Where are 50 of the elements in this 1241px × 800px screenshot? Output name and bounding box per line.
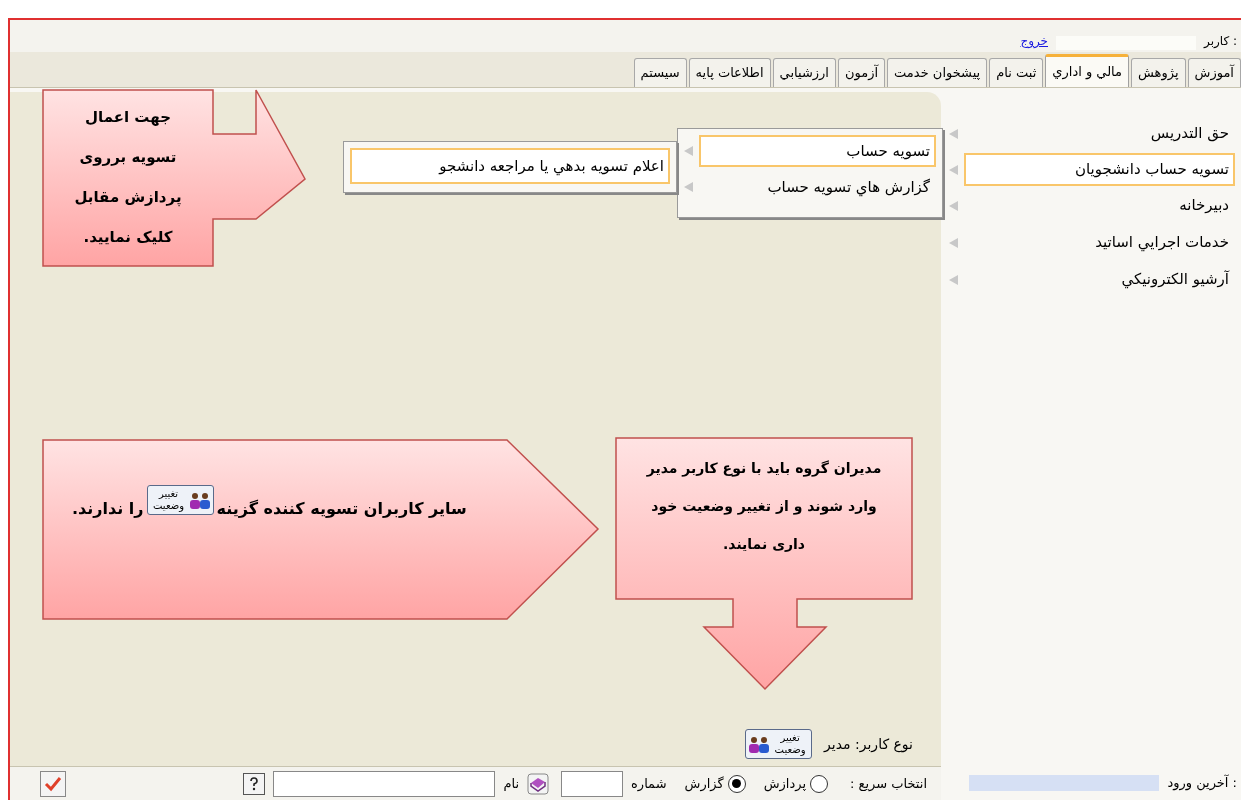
tab[interactable]: پژوهش [1131, 58, 1186, 87]
name-field[interactable] [273, 770, 496, 797]
sidebar-item[interactable]: حق التدريس [964, 116, 1235, 151]
change-status-icon[interactable]: تغيير وضعيت [146, 485, 214, 515]
radio-button[interactable] [727, 774, 746, 793]
radio-label: پردازش [763, 774, 806, 794]
logout-link[interactable]: خروج [1020, 32, 1048, 50]
caret-icon [949, 164, 958, 175]
caret-icon [949, 237, 958, 248]
callout-text: جهت اعمال تسويه برروی پردازش مقابل کليک نماييد. [73, 107, 183, 248]
sidebar-item[interactable]: خدمات اجرايي اساتيد [964, 225, 1235, 260]
number-field[interactable] [561, 770, 624, 797]
book-icon [527, 772, 550, 795]
tab[interactable]: اطلاعات پايه [688, 58, 771, 87]
submenu-item[interactable]: تسويه حساب [699, 135, 936, 167]
callout-text: مديران گروه بايد با نوع كاربر مدير وارد شوند و از تغيير وضعيت خود داری نمايند. [645, 459, 883, 554]
submenu-item[interactable]: گزارش هاي تسويه حساب [699, 171, 936, 203]
help-button[interactable] [243, 772, 266, 795]
confirm-button[interactable] [40, 770, 66, 797]
sidebar-item[interactable]: تسويه حساب دانشجويان [964, 153, 1235, 186]
last-login-label: آخرين ورود : [1167, 773, 1237, 793]
number-label: شماره [631, 774, 667, 794]
tab[interactable]: ارزشيابي [772, 58, 836, 87]
sidebar-item[interactable]: دبيرخانه [964, 188, 1235, 223]
people-icon [188, 491, 211, 509]
user-type-label: نوع كاربر: مدير [824, 734, 913, 755]
tab[interactable]: ثبت نام [989, 58, 1044, 87]
people-icon [748, 735, 771, 753]
radio-button[interactable] [810, 774, 828, 793]
name-label: نام [503, 774, 520, 793]
callout-text: را ندارند. [72, 498, 144, 520]
quick-select-label: انتخاب سريع : [850, 774, 927, 793]
radio-label: گزارش [684, 774, 724, 794]
tab[interactable]: سيستم [633, 58, 687, 87]
user-label: كاربر : [1204, 33, 1237, 50]
caret-icon [949, 200, 958, 211]
tab[interactable]: مالي و اداري [1045, 54, 1130, 87]
sidebar-item[interactable]: آرشيو الكترونيكي [964, 262, 1235, 297]
caret-icon [949, 274, 958, 285]
tab[interactable]: پيشخوان خدمت [887, 58, 988, 87]
callout-text: ساير كاربران تسويه كننده گزينه [216, 498, 467, 520]
tab[interactable]: آزمون [838, 58, 886, 87]
help-icon [249, 776, 260, 791]
caret-icon [949, 128, 958, 139]
caret-icon [684, 182, 693, 192]
submenu-item[interactable]: اعلام تسويه بدهي يا مراجعه دانشجو [350, 148, 670, 184]
check-icon [44, 775, 62, 792]
change-status-button[interactable]: تغيير وضعيت [745, 729, 813, 759]
tab[interactable]: آموزش [1187, 58, 1241, 87]
caret-icon [684, 146, 693, 156]
